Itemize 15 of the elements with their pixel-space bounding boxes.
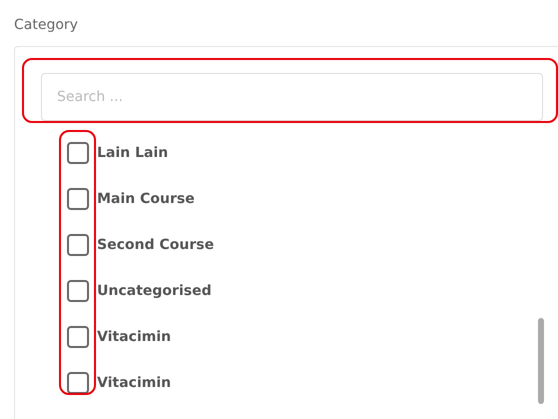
category-label: Vitacimin (97, 374, 171, 392)
category-label: Lain Lain (97, 144, 168, 162)
category-label: Second Course (97, 236, 214, 254)
checkbox[interactable] (67, 280, 89, 302)
category-label: Uncategorised (97, 282, 212, 300)
checkbox[interactable] (67, 326, 89, 348)
checkbox[interactable] (67, 372, 89, 394)
scrollbar-thumb[interactable] (538, 318, 544, 404)
category-label: Main Course (97, 190, 195, 208)
search-field[interactable]: Search ... (41, 73, 543, 121)
checkbox[interactable] (67, 234, 89, 256)
field-label: Category (14, 16, 78, 35)
category-label: Vitacimin (97, 328, 171, 346)
checkbox[interactable] (67, 142, 89, 164)
checkbox[interactable] (67, 188, 89, 210)
